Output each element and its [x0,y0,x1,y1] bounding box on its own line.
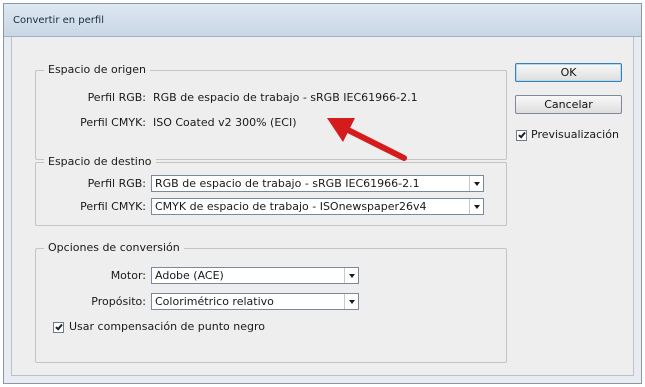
engine-select[interactable]: Adobe (ACE) [151,267,359,284]
preview-checkbox[interactable] [516,130,527,141]
destination-cmyk-select[interactable]: CMYK de espacio de trabajo - ISOnewspape… [151,198,484,215]
engine-selected: Adobe (ACE) [155,269,224,282]
intent-selected: Colorimétrico relativo [155,295,274,308]
destination-space-group: Espacio de destino Perfil RGB: RGB de es… [35,155,507,226]
cancel-button[interactable]: Cancelar [515,95,622,114]
chevron-down-icon[interactable] [344,294,358,309]
source-space-legend: Espacio de origen [44,63,151,76]
convert-profile-dialog: Convertir en perfil Espacio de origen Pe… [3,3,642,384]
dialog-title: Convertir en perfil [13,15,104,26]
destination-rgb-selected: RGB de espacio de trabajo - sRGB IEC6196… [155,177,420,190]
destination-cmyk-label: Perfil CMYK: [80,200,146,213]
intent-label: Propósito: [91,295,146,308]
chevron-down-icon[interactable] [344,268,358,283]
chevron-down-icon[interactable] [469,176,483,191]
dialog-body: Espacio de origen Perfil RGB: RGB de esp… [11,37,634,376]
conversion-options-legend: Opciones de conversión [44,241,184,254]
source-rgb-value: RGB de espacio de trabajo - sRGB IEC6196… [153,91,418,104]
preview-label[interactable]: Previsualización [531,128,619,141]
black-point-label[interactable]: Usar compensación de punto negro [69,320,265,333]
destination-rgb-select[interactable]: RGB de espacio de trabajo - sRGB IEC6196… [151,175,484,192]
ok-button[interactable]: OK [515,63,622,82]
source-cmyk-label: Perfil CMYK: [80,116,146,129]
destination-space-legend: Espacio de destino [44,155,156,168]
engine-label: Motor: [110,269,146,282]
source-rgb-label: Perfil RGB: [87,91,146,104]
intent-select[interactable]: Colorimétrico relativo [151,293,359,310]
red-arrow-icon [327,118,407,161]
source-cmyk-value: ISO Coated v2 300% (ECI) [153,116,297,129]
conversion-options-group: Opciones de conversión Motor: Adobe (ACE… [35,241,507,363]
source-space-group: Espacio de origen Perfil RGB: RGB de esp… [35,63,507,160]
black-point-checkbox[interactable] [53,322,64,333]
title-bar[interactable]: Convertir en perfil [4,4,641,37]
checkmark-icon [55,322,63,331]
checkmark-icon [518,130,526,139]
destination-rgb-label: Perfil RGB: [87,177,146,190]
destination-cmyk-selected: CMYK de espacio de trabajo - ISOnewspape… [155,200,427,213]
chevron-down-icon[interactable] [469,199,483,214]
